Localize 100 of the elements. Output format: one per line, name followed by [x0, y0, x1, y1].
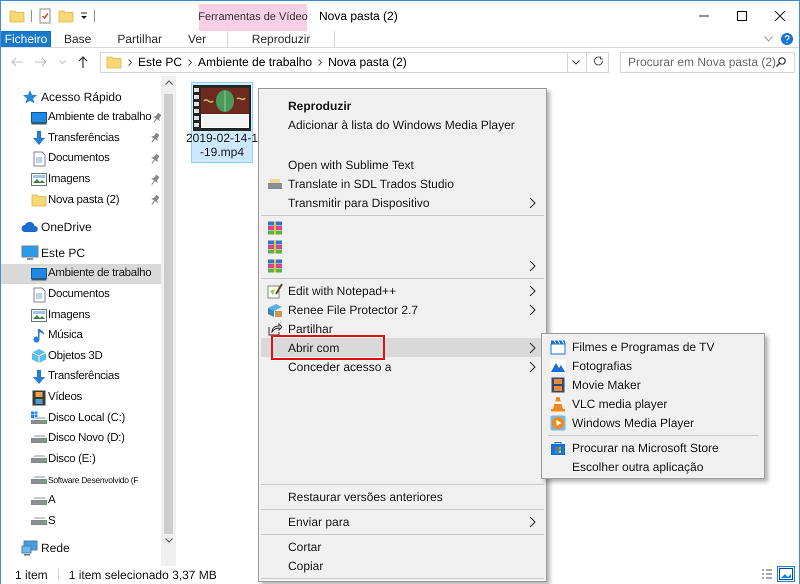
nav-item[interactable]: Ambiente de trabalho	[1, 264, 161, 284]
nav-item[interactable]: Documentos	[1, 148, 161, 170]
status-text: 1 item	[15, 567, 48, 584]
menu-item[interactable]: Adicionar à lista do Windows Media Player	[261, 115, 544, 134]
ribbon-tab[interactable]: Partilhar	[104, 31, 176, 47]
help-icon[interactable]	[781, 33, 793, 45]
breadcrumb-chevron-icon[interactable]	[128, 58, 132, 66]
address-field[interactable]: Este PC Ambiente de trabalho Nova pasta (2)	[100, 52, 568, 72]
nav-item[interactable]: Ambiente de trabalho	[1, 108, 161, 128]
star-icon	[22, 89, 38, 106]
nav-item[interactable]: Nova pasta (2)	[1, 190, 161, 211]
menu-item[interactable]: Copiar	[261, 556, 544, 575]
contextual-tab-group: Ferramentas de Vídeo	[199, 4, 307, 31]
ribbon-tab[interactable]: Ficheiro	[1, 31, 51, 47]
properties-icon[interactable]	[38, 8, 52, 24]
scroll-thumb[interactable]	[164, 94, 173, 534]
menu-item[interactable]: Conceder acesso a	[261, 357, 544, 376]
breadcrumb[interactable]: Nova pasta (2)	[328, 53, 407, 71]
ribbon-tab[interactable]: Ver	[175, 31, 220, 47]
expand-ribbon-icon[interactable]	[764, 36, 773, 42]
breadcrumb-chevron-icon[interactable]	[188, 58, 192, 66]
up-arrow-icon[interactable]	[78, 56, 88, 68]
search-field[interactable]: Procurar em Nova pasta (2)	[620, 52, 795, 72]
music-note-icon	[33, 328, 45, 344]
desktop-icon	[31, 267, 47, 282]
nav-item[interactable]: Transferências	[1, 128, 161, 149]
drive-icon	[30, 474, 48, 485]
nav-item[interactable]: Transferências	[1, 366, 161, 388]
download-arrow-icon	[32, 369, 46, 386]
menu-item[interactable]: Abrir com	[261, 338, 544, 357]
drive-icon	[30, 434, 48, 444]
menu-item[interactable]: Windows Media Player	[544, 413, 762, 432]
nav-item[interactable]: Software Desenvolvido (F	[1, 470, 161, 490]
menu-item[interactable]: Movie Maker	[544, 375, 762, 394]
customize-dropdown-icon[interactable]	[80, 12, 88, 20]
image-icon	[31, 173, 47, 186]
play-circle-icon	[550, 414, 566, 430]
nav-item[interactable]: Este PC	[1, 243, 161, 264]
pin-icon	[149, 194, 159, 206]
menu-item[interactable]: Restaurar versões anteriores	[261, 487, 544, 506]
film-icon	[32, 390, 46, 406]
nav-item[interactable]: Rede	[1, 537, 161, 558]
shopping-bag-icon	[550, 440, 566, 456]
film-clapper-icon	[550, 338, 566, 354]
menu-item[interactable]: Translate in SDL Trados Studio	[261, 174, 544, 193]
pin-icon	[149, 153, 159, 166]
close-icon[interactable]	[775, 11, 785, 21]
menu-item[interactable]: Escolher outra aplicação	[544, 457, 762, 476]
menu-item[interactable]: Cortar	[261, 537, 544, 556]
menu-item[interactable]: Transmitir para Dispositivo	[261, 193, 544, 212]
scrollbar[interactable]	[161, 76, 176, 566]
menu-item[interactable]: Enviar para	[261, 512, 544, 531]
menu-item[interactable]: Fotografias	[544, 356, 762, 375]
archive-stack-icon	[266, 258, 282, 272]
nav-item[interactable]: A	[1, 490, 161, 511]
nav-item[interactable]: S	[1, 510, 161, 532]
nav-item[interactable]: Acesso Rápido	[1, 87, 161, 108]
menu-item[interactable]: VLC media player	[544, 394, 762, 413]
large-icons-view-icon[interactable]	[779, 568, 793, 580]
desktop-icon	[31, 110, 47, 125]
nav-item[interactable]: Vídeos	[1, 387, 161, 408]
menu-item[interactable]: Reproduzir	[261, 96, 544, 115]
search-icon[interactable]	[776, 57, 786, 67]
menu-item[interactable]: Open with Sublime Text	[261, 155, 544, 174]
file-name: 2019-02-14-1	[186, 131, 258, 145]
nav-item[interactable]: OneDrive	[1, 216, 161, 238]
nav-item[interactable]: Disco Novo (D:)	[1, 428, 161, 450]
maximize-icon[interactable]	[737, 11, 747, 21]
file-name: -19.mp4	[200, 145, 244, 159]
menu-item[interactable]: Procurar na Microsoft Store	[544, 438, 762, 457]
menu-item[interactable]: Renee File Protector 2.7	[261, 300, 544, 319]
nav-item[interactable]: Disco (E:)	[1, 449, 161, 470]
breadcrumb[interactable]: Ambiente de trabalho	[198, 53, 312, 71]
nav-item[interactable]: Objetos 3D	[1, 346, 161, 367]
ribbon-tab[interactable]: Reproduzir	[227, 31, 336, 47]
nav-item[interactable]: Documentos	[1, 284, 161, 305]
image-icon	[31, 308, 47, 322]
menu-item[interactable]: Filmes e Programas de TV	[544, 337, 762, 356]
nav-item[interactable]: Disco Local (C:)	[1, 408, 161, 428]
refresh-icon[interactable]	[593, 56, 604, 68]
nav-item[interactable]: Música	[1, 326, 161, 346]
menu-item[interactable]: Partilhar	[261, 319, 544, 338]
film-strip-icon	[551, 376, 565, 392]
address-dropdown-icon[interactable]	[572, 60, 580, 64]
breadcrumb-chevron-icon[interactable]	[318, 58, 322, 66]
nav-item[interactable]: Imagens	[1, 169, 161, 190]
document-icon	[32, 286, 46, 303]
download-arrow-icon	[32, 130, 46, 146]
nav-item[interactable]: Imagens	[1, 304, 161, 326]
ribbon-tab[interactable]: Base	[51, 31, 104, 47]
archive-stack-icon	[266, 240, 282, 254]
pin-icon	[149, 132, 159, 144]
drive-icon	[30, 411, 48, 426]
details-view-icon[interactable]	[761, 568, 773, 580]
breadcrumb[interactable]: Este PC	[138, 53, 182, 71]
share-icon	[268, 322, 282, 336]
scroll-up-icon[interactable]	[164, 80, 172, 85]
scroll-down-icon[interactable]	[164, 538, 172, 543]
menu-item[interactable]: Edit with Notepad++	[261, 281, 544, 300]
cloud-icon	[21, 220, 39, 233]
